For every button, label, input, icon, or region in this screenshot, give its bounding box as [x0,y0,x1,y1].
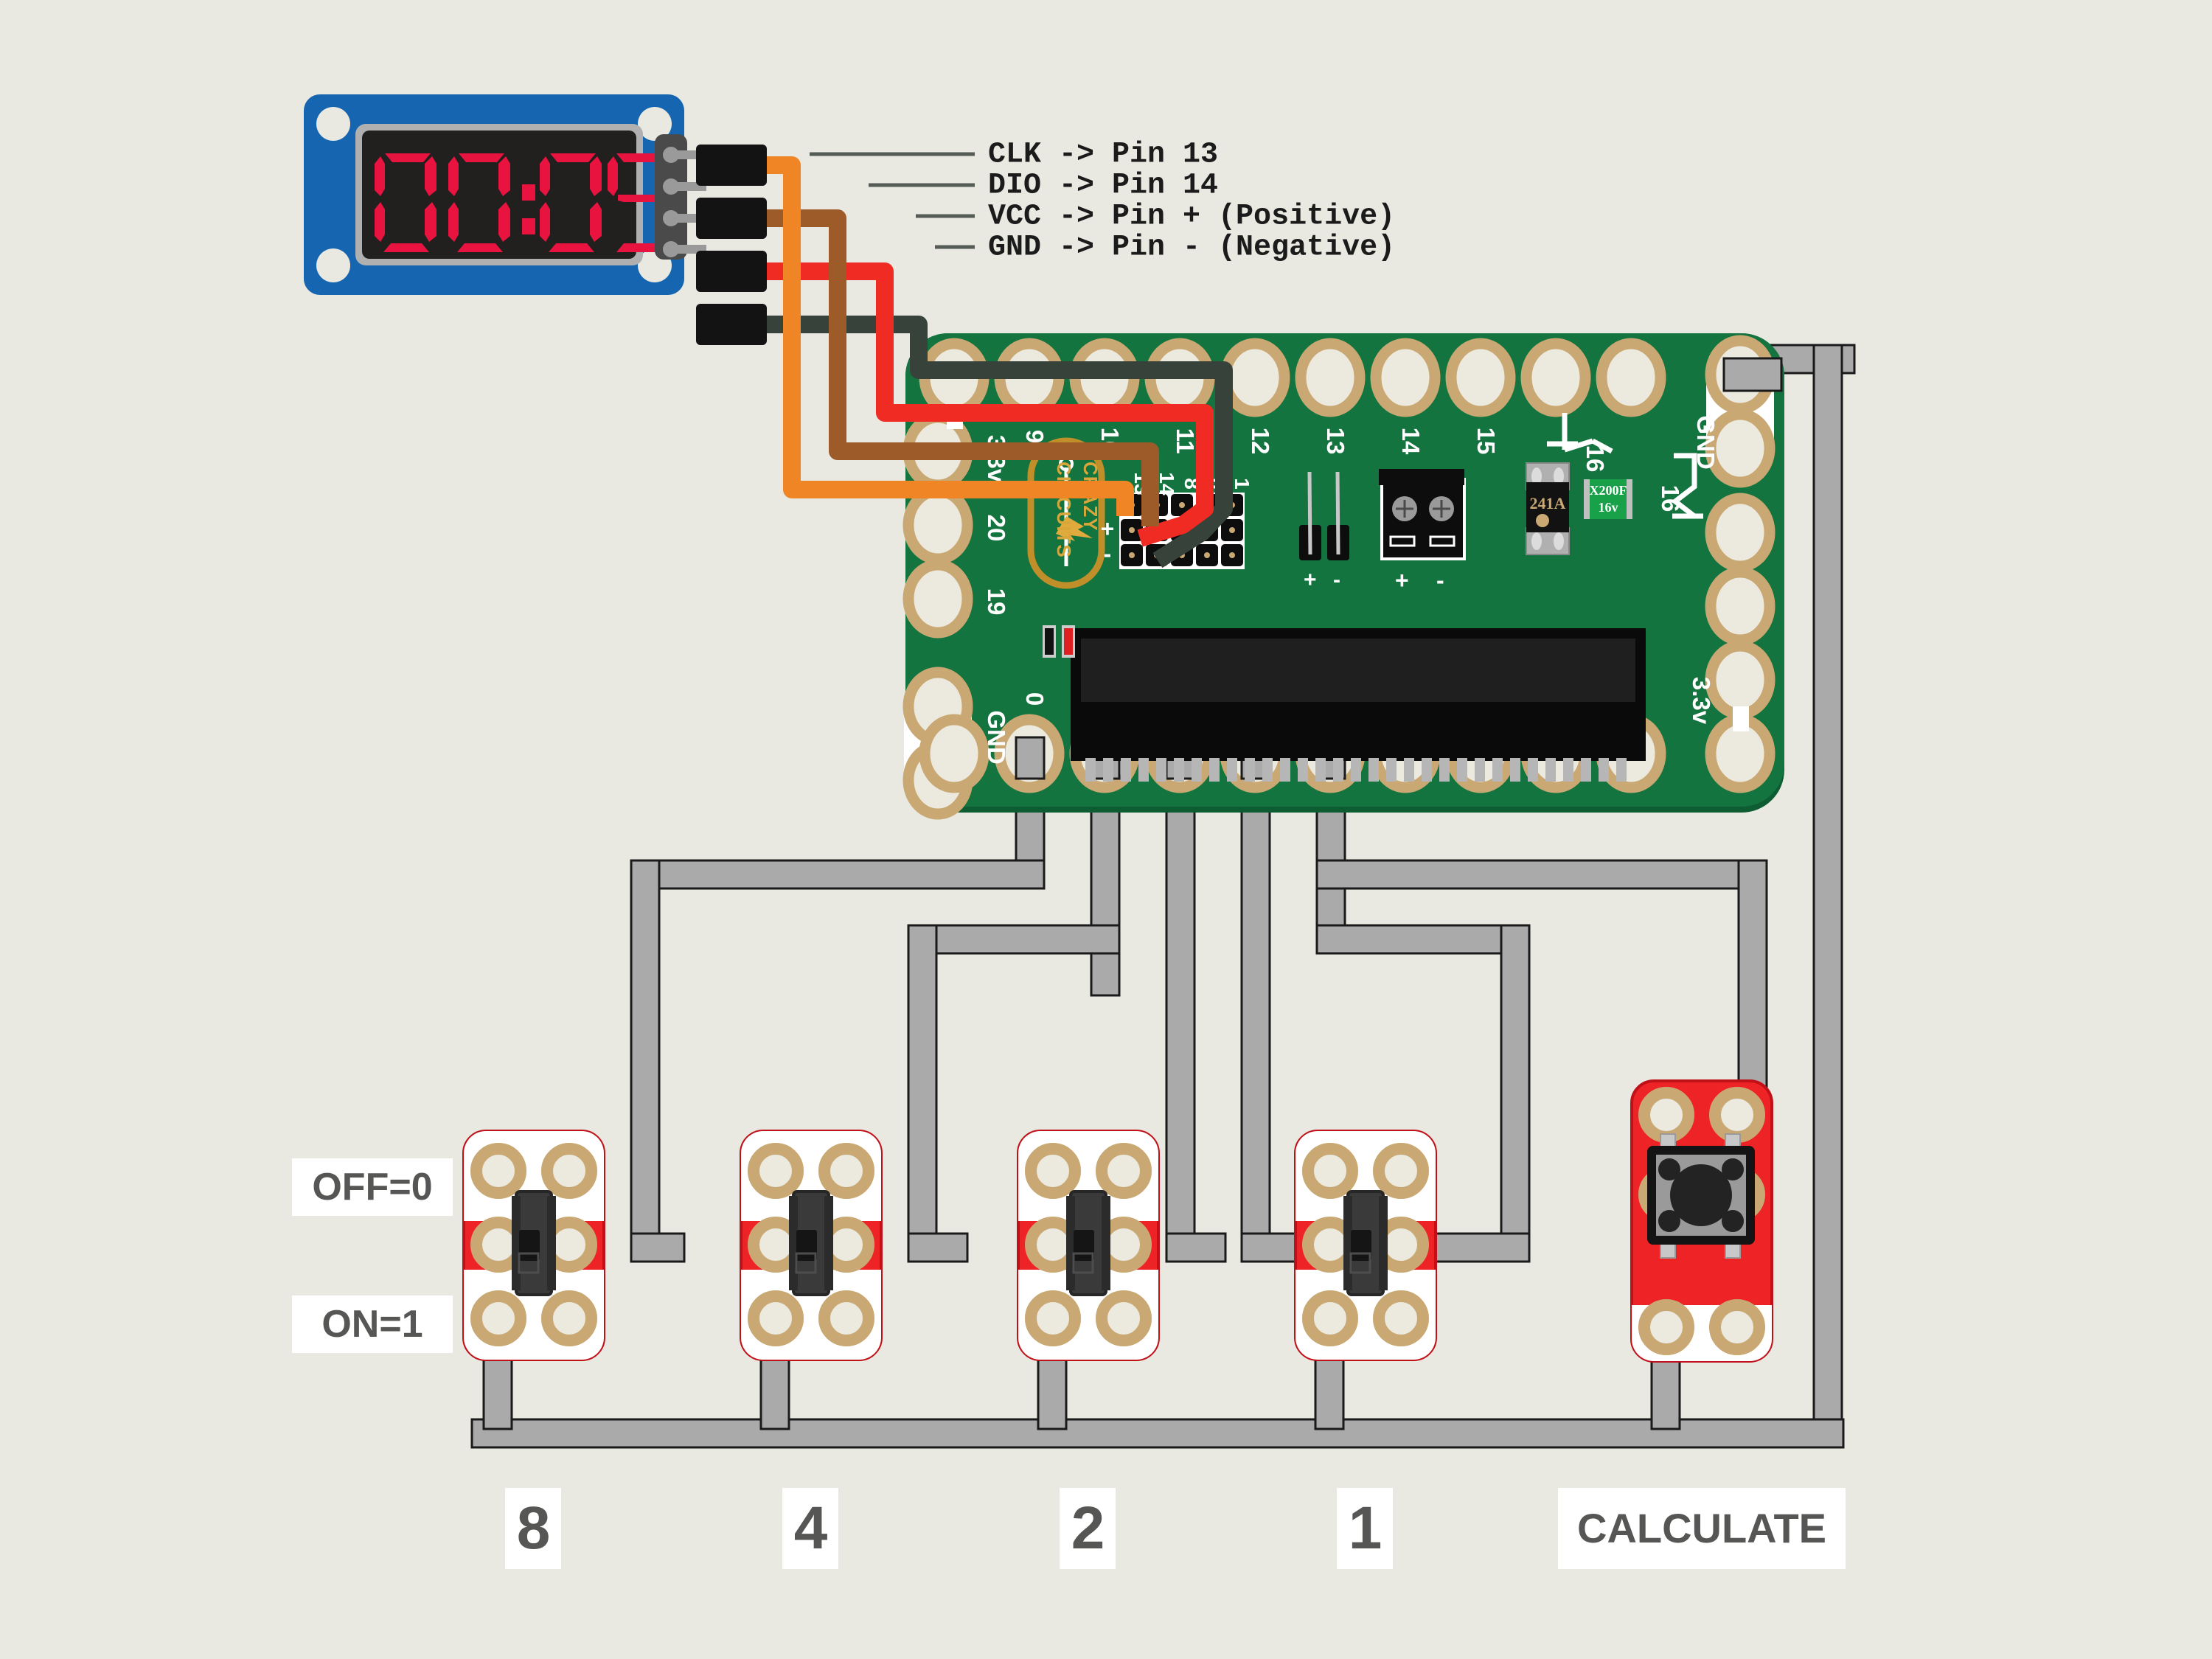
legend-text-clk: CLK -> Pin 13 [988,139,1218,172]
trace-pin0-stub [630,1232,686,1263]
svg-text:13: 13 [1322,428,1349,455]
switch-module-8[interactable] [462,1130,605,1361]
diagram-svg: 9 10 11 12 13 14 15 GND 3.3v 20 19 GND 3… [0,0,2212,1659]
trace-calc-h [1315,859,1768,890]
svg-text:0: 0 [1021,692,1048,706]
trace-pin0-h [630,859,1046,890]
slide-actuator-2 [1074,1230,1094,1261]
legend-text-gnd: GND -> Pin - (Negative) [988,232,1395,265]
label-bit-4: 4 [782,1488,838,1569]
svg-text:1: 1 [1231,478,1253,490]
svg-text:12: 12 [1247,428,1274,455]
pad-connector-gnd [1722,357,1783,392]
switch-module-4[interactable] [740,1130,883,1361]
connector-dio [696,198,767,239]
trace-calc-v [1737,859,1768,1109]
label-off-state: OFF=0 [292,1158,453,1216]
svg-text:-: - [1104,540,1112,567]
trace-pin2-v [1165,751,1196,1249]
mcu-module [1043,625,1646,782]
button-cap [1670,1164,1732,1226]
diode-241a: 241A [1526,462,1570,555]
trace-pin4-v2 [1500,924,1531,1249]
fuse-label-1: X200F [1590,483,1627,498]
svg-text:-: - [1333,568,1340,592]
button-module-calculate[interactable] [1630,1079,1773,1363]
switch-module-1[interactable] [1294,1130,1437,1361]
svg-text:11: 11 [1172,428,1199,454]
connector-vcc [696,251,767,292]
trace-pin1-stub [907,1232,969,1263]
svg-text:14: 14 [1397,428,1425,455]
trace-gnd-vertical [1812,344,1843,1447]
svg-text:+: + [1101,515,1115,542]
trace-pin4-h [1315,924,1531,955]
slide-actuator-1 [1351,1230,1371,1261]
label-on-state: ON=1 [292,1295,453,1353]
label-calculate: CALCULATE [1558,1488,1846,1569]
svg-text:-: - [1436,567,1444,594]
svg-text:3.3v: 3.3v [1688,677,1715,725]
trace-pin2-stub [1165,1232,1227,1263]
svg-text:15: 15 [1472,428,1500,455]
trace-pin3-v [1240,751,1271,1249]
legend-text-vcc: VCC -> Pin + (Positive) [988,201,1395,234]
slide-actuator-4 [796,1230,817,1261]
board-silkscreen-right: 3.3v [1688,677,1715,725]
trace-bottom-bus [470,1418,1845,1449]
label-bit-8: 8 [505,1488,561,1569]
legend-text-dio: DIO -> Pin 14 [988,170,1218,203]
trace-pin3-stub [1240,1232,1302,1263]
svg-text:9: 9 [1021,430,1048,443]
mount-hole-bl [316,248,350,282]
switch-module-2[interactable] [1017,1130,1160,1361]
circuit-diagram-canvas: 9 10 11 12 13 14 15 GND 3.3v 20 19 GND 3… [0,0,2212,1659]
label-bit-2: 2 [1060,1488,1116,1569]
connector-gnd [696,304,767,345]
diode-label: 241A [1530,494,1566,512]
svg-text:+: + [1395,567,1409,594]
connector-clk [696,145,767,186]
svg-text:GND: GND [983,710,1010,764]
svg-text:20: 20 [983,515,1010,542]
svg-text:19: 19 [983,588,1010,616]
svg-text:16: 16 [1582,445,1609,473]
fuse-label-2: 16v [1599,500,1618,515]
fuse-x200f: X200F 16v [1584,479,1632,519]
slide-actuator-8 [519,1230,540,1261]
mount-hole-tl [316,107,350,141]
svg-text:16: 16 [1657,485,1684,512]
svg-text:CIRCUITS: CIRCUITS [1053,462,1075,558]
trace-pin1-h [907,924,1121,955]
trace-pin1-v2 [907,924,938,1249]
label-bit-1: 1 [1337,1488,1393,1569]
trace-pin0-v2 [630,859,661,1249]
svg-text:+: + [1304,568,1317,592]
